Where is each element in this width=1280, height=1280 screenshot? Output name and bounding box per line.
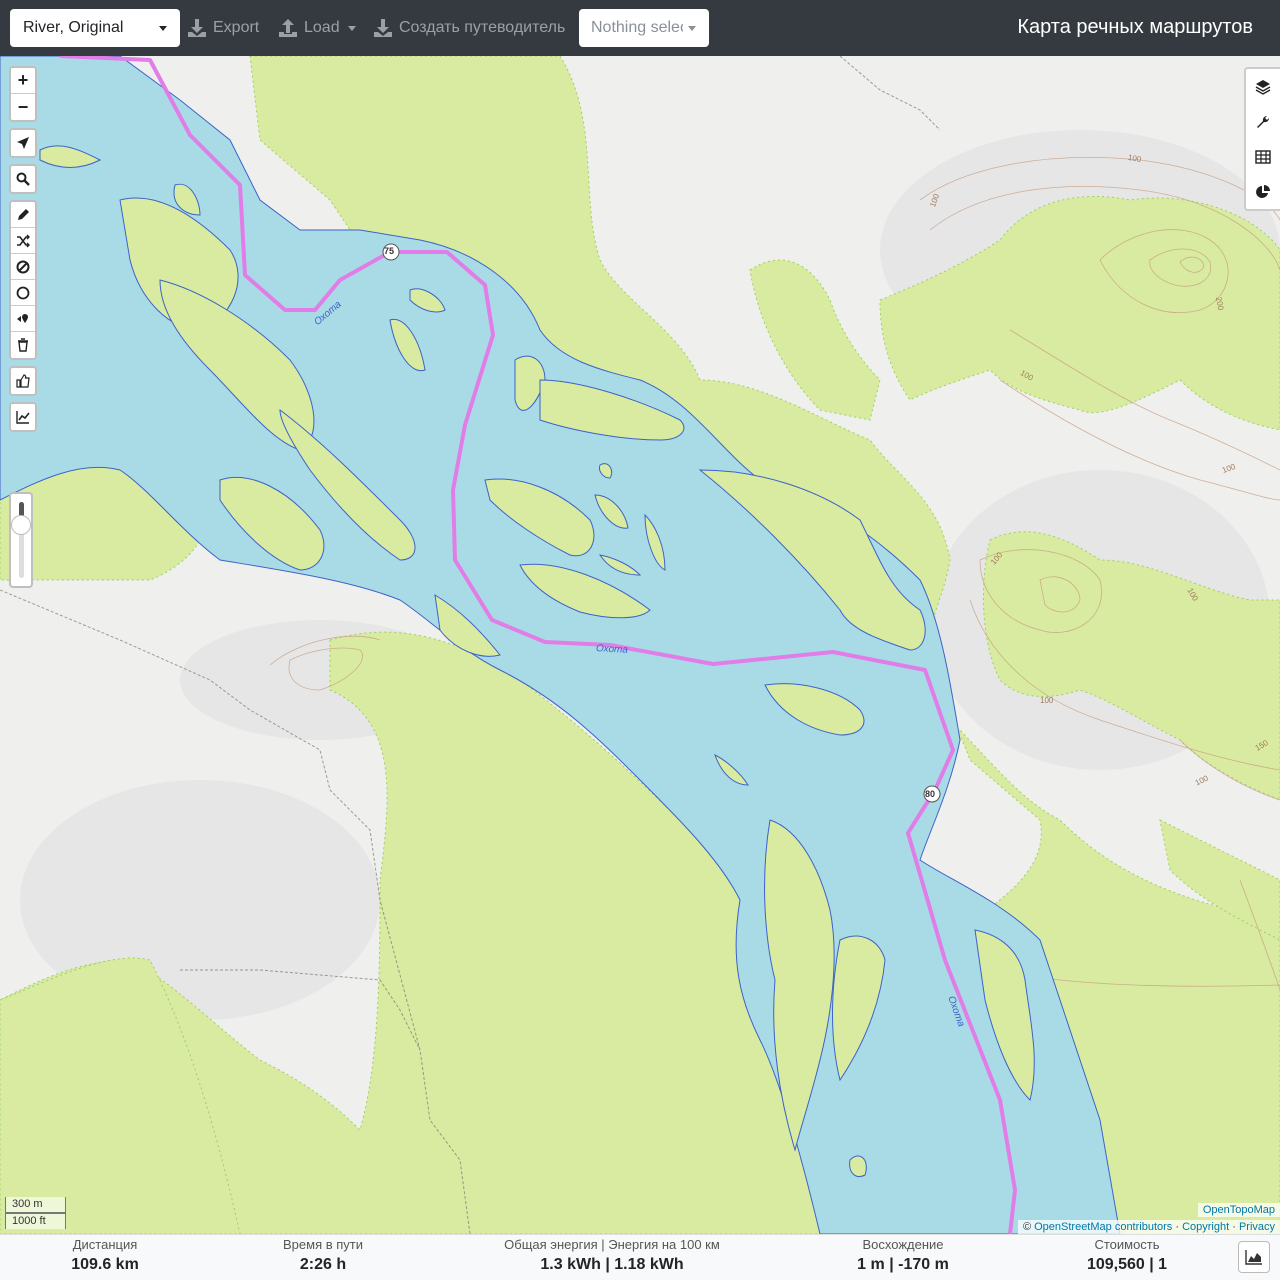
- table-icon: [1255, 149, 1271, 164]
- zoom-slider[interactable]: [9, 492, 33, 588]
- load-label: Load: [304, 19, 340, 36]
- scale-metric: 300 m: [5, 1197, 66, 1213]
- zoom-controls: + −: [9, 66, 37, 122]
- route-stats-bar: Дистанция 109.6 km Время в пути 2:26 h О…: [0, 1234, 1280, 1280]
- chevron-down-icon: [688, 26, 696, 31]
- route-poi-button[interactable]: [11, 306, 35, 332]
- pie-chart-icon: [1256, 184, 1270, 198]
- trash-icon: [18, 338, 28, 352]
- copyright-symbol: ©: [1022, 1221, 1032, 1233]
- route-selection-dropdown[interactable]: Nothing selected: [579, 9, 709, 47]
- chevron-down-icon: [347, 25, 356, 31]
- locate-control: [9, 128, 37, 158]
- wrench-icon: [1257, 115, 1270, 128]
- route-selection-placeholder: Nothing selected: [591, 19, 683, 36]
- create-guide-button[interactable]: Создать путеводитель: [373, 14, 565, 42]
- draw-route-button[interactable]: [11, 202, 35, 228]
- search-control: [9, 164, 37, 194]
- locate-icon: [17, 137, 29, 149]
- privacy-link[interactable]: Privacy: [1239, 1221, 1275, 1233]
- no-entry-icon: [16, 260, 30, 273]
- export-button[interactable]: Export: [187, 14, 259, 42]
- stat-distance-value: 109.6 km: [71, 1256, 139, 1273]
- stat-time: Время в пути 2:26 h: [268, 1237, 378, 1274]
- map-canvas[interactable]: 75 80 Охота Охота Охота 100 100 100 100 …: [0, 56, 1280, 1234]
- zoom-slider-handle[interactable]: [11, 515, 31, 535]
- feedback-button[interactable]: [11, 368, 35, 394]
- river-label: Охота: [595, 643, 629, 656]
- feedback-control: [9, 366, 37, 396]
- right-controls: [1244, 67, 1280, 211]
- route-poi-icon: [17, 313, 28, 323]
- elevation-chart-icon: [16, 411, 30, 424]
- layer-attribution[interactable]: OpenTopoMap: [1197, 1203, 1280, 1217]
- download-icon: [374, 19, 392, 37]
- thumbs-up-icon: [16, 374, 30, 388]
- data-table-button[interactable]: [1246, 139, 1280, 174]
- layers-button[interactable]: [1246, 69, 1280, 104]
- search-button[interactable]: [11, 166, 35, 192]
- waypoint-label-75: 75: [384, 246, 395, 256]
- scale-imperial: 1000 ft: [5, 1213, 66, 1229]
- copyright-link[interactable]: Copyright: [1182, 1221, 1229, 1233]
- stat-ascent: Восхождение 1 m | -170 m: [848, 1237, 958, 1274]
- stat-ascent-value: 1 m | -170 m: [857, 1256, 949, 1273]
- toggle-elevation-chart-button[interactable]: [1238, 1241, 1270, 1273]
- create-guide-label: Создать путеводитель: [399, 19, 566, 36]
- layers-icon: [1255, 79, 1271, 95]
- map-tiles: [0, 56, 1280, 1234]
- stat-time-label: Время в пути: [283, 1237, 363, 1252]
- export-label: Export: [213, 19, 260, 36]
- elevation-chart-button[interactable]: [11, 404, 35, 430]
- pencil-icon: [18, 208, 29, 220]
- stat-distance-label: Дистанция: [72, 1237, 138, 1252]
- zoom-in-button[interactable]: +: [11, 68, 35, 94]
- upload-icon: [279, 19, 297, 37]
- no-go-area-button[interactable]: [11, 254, 35, 280]
- statistics-button[interactable]: [1246, 174, 1280, 209]
- osm-link[interactable]: OpenStreetMap contributors: [1034, 1221, 1172, 1233]
- stat-time-value: 2:26 h: [299, 1256, 347, 1273]
- elevation-control: [9, 402, 37, 432]
- drawing-tools: [9, 200, 37, 360]
- locate-button[interactable]: [11, 130, 35, 156]
- top-navbar: River, Original Export Load Создать путе…: [0, 0, 1280, 56]
- circle-tool-button[interactable]: [11, 280, 35, 306]
- circle-icon: [16, 286, 30, 299]
- load-button[interactable]: Load: [278, 14, 356, 42]
- app-title: Карта речных маршрутов: [1017, 16, 1253, 38]
- shuffle-icon: [17, 234, 30, 247]
- delete-route-button[interactable]: [11, 332, 35, 358]
- stat-ascent-label: Восхождение: [862, 1237, 944, 1252]
- stat-energy-label: Общая энергия | Энергия на 100 км: [504, 1237, 720, 1252]
- stat-cost-label: Стоимость: [1094, 1237, 1160, 1252]
- settings-button[interactable]: [1246, 104, 1280, 139]
- stat-distance: Дистанция 109.6 km: [60, 1237, 150, 1274]
- stat-energy: Общая энергия | Энергия на 100 км 1.3 kW…: [492, 1237, 732, 1274]
- chevron-down-icon: [159, 26, 167, 31]
- reverse-route-button[interactable]: [11, 228, 35, 254]
- map-scale: 300 m 1000 ft: [5, 1197, 66, 1229]
- area-chart-icon: [1245, 1250, 1262, 1265]
- stat-energy-value: 1.3 kWh | 1.18 kWh: [540, 1256, 684, 1273]
- stat-cost-value: 109,560 | 1: [1086, 1256, 1168, 1273]
- profile-select[interactable]: River, Original: [10, 9, 180, 47]
- download-icon: [188, 19, 206, 37]
- search-icon: [16, 172, 30, 186]
- contour-label: 100: [1040, 696, 1054, 705]
- stat-cost: Стоимость 109,560 | 1: [1072, 1237, 1182, 1274]
- waypoint-label-80: 80: [925, 789, 936, 799]
- zoom-out-button[interactable]: −: [11, 94, 35, 120]
- map-attribution: © OpenStreetMap contributors · Copyright…: [1017, 1220, 1280, 1234]
- profile-select-value: River, Original: [23, 19, 124, 36]
